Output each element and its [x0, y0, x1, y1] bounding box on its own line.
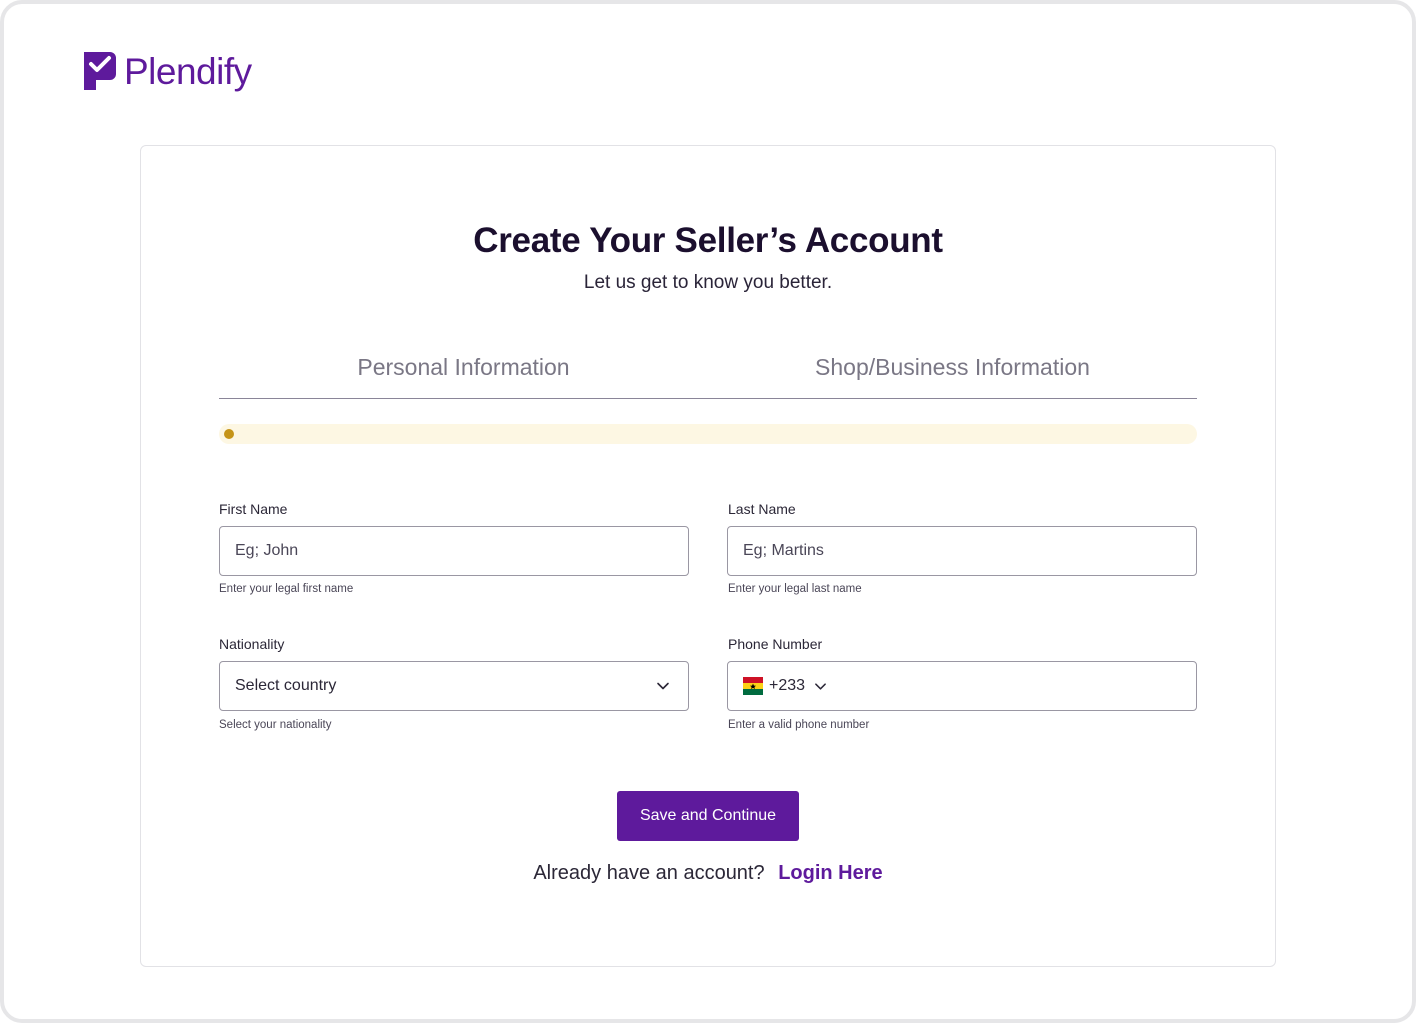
- last-name-field-wrapper: [727, 526, 1197, 576]
- tab-shop-business-information[interactable]: Shop/Business Information: [708, 344, 1197, 398]
- nationality-selected-value: Select country: [235, 677, 337, 694]
- logo-check-icon: [84, 52, 116, 90]
- chevron-down-icon: [815, 682, 826, 690]
- first-name-field-wrapper: [219, 526, 689, 576]
- tab-personal-information[interactable]: Personal Information: [219, 344, 708, 398]
- first-name-input[interactable]: [220, 527, 688, 575]
- phone-number-helper: Enter a valid phone number: [728, 719, 870, 731]
- login-link[interactable]: Login Here: [778, 862, 882, 884]
- first-name-helper: Enter your legal first name: [219, 583, 354, 595]
- phone-number-label: Phone Number: [728, 636, 823, 652]
- ghana-flag-icon: [743, 677, 763, 695]
- progress-bar: [219, 424, 1197, 444]
- login-prompt-text: Already have an account?: [533, 862, 765, 884]
- chevron-down-icon: [657, 682, 669, 690]
- nationality-label: Nationality: [219, 636, 285, 652]
- login-prompt-row: Already have an account? Login Here: [0, 862, 1416, 885]
- last-name-helper: Enter your legal last name: [728, 583, 862, 595]
- last-name-input[interactable]: [728, 527, 1196, 575]
- page-title: Create Your Seller’s Account: [473, 221, 943, 260]
- first-name-label: First Name: [219, 501, 288, 517]
- phone-number-field-wrapper: +233: [727, 661, 1197, 711]
- page-subtitle: Let us get to know you better.: [583, 272, 833, 293]
- phone-number-input[interactable]: [827, 662, 1196, 710]
- dial-code: +233: [769, 677, 806, 694]
- step-tabs: Personal Information Shop/Business Infor…: [219, 344, 1197, 399]
- nationality-select[interactable]: Select country: [219, 661, 689, 711]
- country-code-selector[interactable]: +233: [728, 677, 827, 695]
- progress-indicator: [224, 429, 234, 439]
- save-and-continue-button[interactable]: Save and Continue: [617, 791, 799, 841]
- brand-name: Plendify: [124, 50, 252, 92]
- brand-logo[interactable]: Plendify: [82, 50, 252, 92]
- nationality-helper: Select your nationality: [219, 719, 332, 731]
- last-name-label: Last Name: [728, 501, 796, 517]
